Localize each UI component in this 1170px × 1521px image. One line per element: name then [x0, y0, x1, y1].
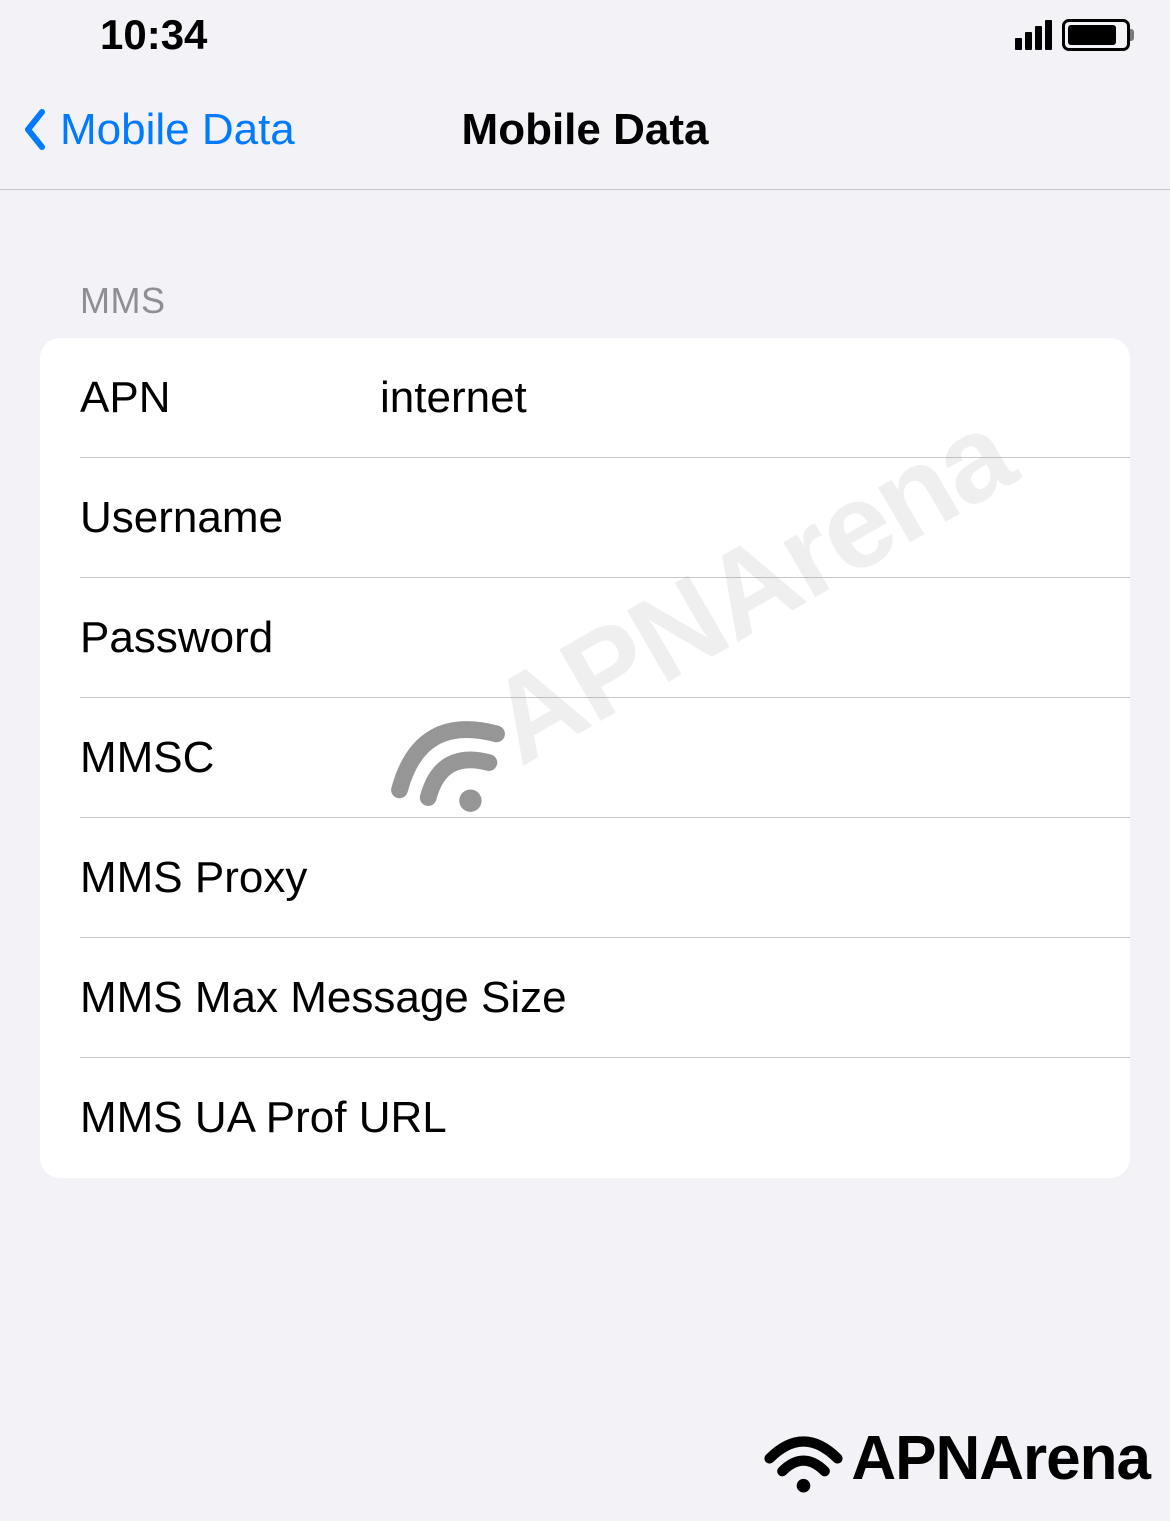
- back-button[interactable]: Mobile Data: [0, 105, 295, 155]
- mms-max-input[interactable]: [567, 973, 1130, 1023]
- mms-max-label: MMS Max Message Size: [80, 973, 567, 1023]
- mmsc-input[interactable]: [380, 733, 1090, 783]
- mms-ua-row[interactable]: MMS UA Prof URL: [40, 1058, 1130, 1178]
- mms-proxy-input[interactable]: [380, 853, 1090, 903]
- username-input[interactable]: [380, 493, 1090, 543]
- apn-row[interactable]: APN: [40, 338, 1130, 458]
- password-row[interactable]: Password: [40, 578, 1130, 698]
- status-time: 10:34: [100, 11, 207, 59]
- settings-group-mms: APN Username Password MMSC MMS Proxy MMS…: [40, 338, 1130, 1178]
- battery-icon: [1062, 19, 1130, 51]
- status-bar: 10:34: [0, 0, 1170, 70]
- username-label: Username: [80, 493, 380, 543]
- mms-ua-label: MMS UA Prof URL: [80, 1093, 447, 1143]
- section-header-mms: MMS: [40, 190, 1130, 338]
- chevron-left-icon: [20, 107, 50, 152]
- status-indicators: [1015, 19, 1130, 51]
- mms-max-row[interactable]: MMS Max Message Size: [40, 938, 1130, 1058]
- cellular-signal-icon: [1015, 20, 1052, 50]
- mms-proxy-label: MMS Proxy: [80, 853, 380, 903]
- mmsc-label: MMSC: [80, 733, 380, 783]
- content-area: MMS APN Username Password MMSC MMS Proxy: [0, 190, 1170, 1178]
- footer-brand: APNArena: [761, 1416, 1150, 1501]
- page-title: Mobile Data: [462, 105, 709, 155]
- footer-brand-text: APNArena: [851, 1423, 1150, 1494]
- back-label: Mobile Data: [60, 105, 295, 155]
- username-row[interactable]: Username: [40, 458, 1130, 578]
- apn-input[interactable]: [380, 373, 1090, 423]
- password-input[interactable]: [380, 613, 1090, 663]
- mms-proxy-row[interactable]: MMS Proxy: [40, 818, 1130, 938]
- wifi-icon: [761, 1416, 846, 1501]
- mmsc-row[interactable]: MMSC: [40, 698, 1130, 818]
- navigation-bar: Mobile Data Mobile Data: [0, 70, 1170, 190]
- apn-label: APN: [80, 373, 380, 423]
- mms-ua-input[interactable]: [447, 1093, 1090, 1143]
- password-label: Password: [80, 613, 380, 663]
